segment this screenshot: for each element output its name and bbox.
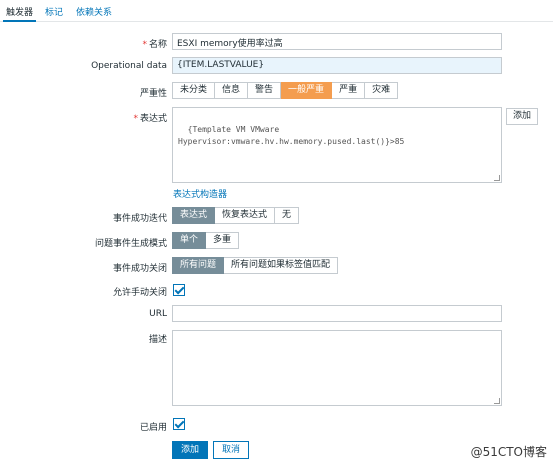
watermark: @51CTO博客: [470, 445, 547, 459]
description-label: 描述: [148, 335, 167, 345]
expression-textarea[interactable]: {Template VM VMware Hypervisor:vmware.hv…: [172, 107, 502, 183]
expression-builder-link[interactable]: 表达式构造器: [173, 187, 227, 200]
url-label: URL: [149, 309, 167, 319]
description-textarea[interactable]: [172, 330, 502, 406]
problem-mode-selector: 单个 多重: [172, 232, 240, 249]
tab-tags[interactable]: 标记: [45, 5, 63, 18]
required-marker: *: [142, 40, 147, 50]
opdata-label: Operational data: [91, 61, 167, 71]
name-label: * 名称: [142, 40, 167, 50]
problem-mode-single[interactable]: 单个: [172, 232, 207, 249]
add-button[interactable]: 添加: [172, 441, 209, 459]
ok-close-tag-match[interactable]: 所有问题如果标签值匹配: [224, 257, 339, 274]
ok-event-label: 事件成功迭代: [112, 214, 167, 224]
url-input[interactable]: [172, 305, 502, 322]
tab-bar: 触发器 标记 依赖关系: [0, 0, 553, 22]
severity-selector: 未分类 信息 警告 一般严重 严重 灾难: [172, 82, 399, 99]
tab-triggers[interactable]: 触发器: [2, 5, 37, 22]
resize-grip-icon[interactable]: [494, 398, 500, 404]
enabled-label: 已启用: [139, 423, 167, 433]
required-marker: *: [133, 114, 138, 124]
ok-event-none[interactable]: 无: [275, 207, 300, 224]
name-input[interactable]: ESXI memory使用率过高: [172, 33, 502, 50]
tab-dependencies[interactable]: 依赖关系: [76, 5, 112, 18]
enabled-checkbox[interactable]: [173, 418, 185, 430]
manual-close-label: 允许手动关闭: [112, 288, 167, 298]
ok-close-label: 事件成功关闭: [112, 264, 167, 274]
severity-information[interactable]: 信息: [215, 82, 249, 99]
manual-close-checkbox[interactable]: [173, 284, 185, 296]
severity-high[interactable]: 严重: [332, 82, 366, 99]
ok-close-all-problems[interactable]: 所有问题: [172, 257, 225, 274]
severity-label: 严重性: [139, 89, 167, 99]
ok-event-expression[interactable]: 表达式: [172, 207, 216, 224]
expression-label: * 表达式: [133, 114, 167, 124]
severity-warning[interactable]: 警告: [248, 82, 282, 99]
severity-not-classified[interactable]: 未分类: [172, 82, 216, 99]
resize-grip-icon[interactable]: [494, 175, 500, 181]
severity-disaster[interactable]: 灾难: [365, 82, 399, 99]
expression-text: {Template VM VMware Hypervisor:vmware.hv…: [178, 125, 405, 146]
cancel-button[interactable]: 取消: [213, 441, 250, 459]
opdata-input[interactable]: {ITEM.LASTVALUE}: [172, 57, 502, 74]
severity-average[interactable]: 一般严重: [281, 82, 333, 99]
problem-mode-multiple[interactable]: 多重: [206, 232, 240, 249]
problem-mode-label: 问题事件生成模式: [94, 239, 167, 249]
expression-add-button[interactable]: 添加: [506, 108, 539, 125]
ok-close-selector: 所有问题 所有问题如果标签值匹配: [172, 257, 339, 274]
ok-event-selector: 表达式 恢复表达式 无: [172, 207, 300, 224]
ok-event-recovery-expression[interactable]: 恢复表达式: [215, 207, 276, 224]
